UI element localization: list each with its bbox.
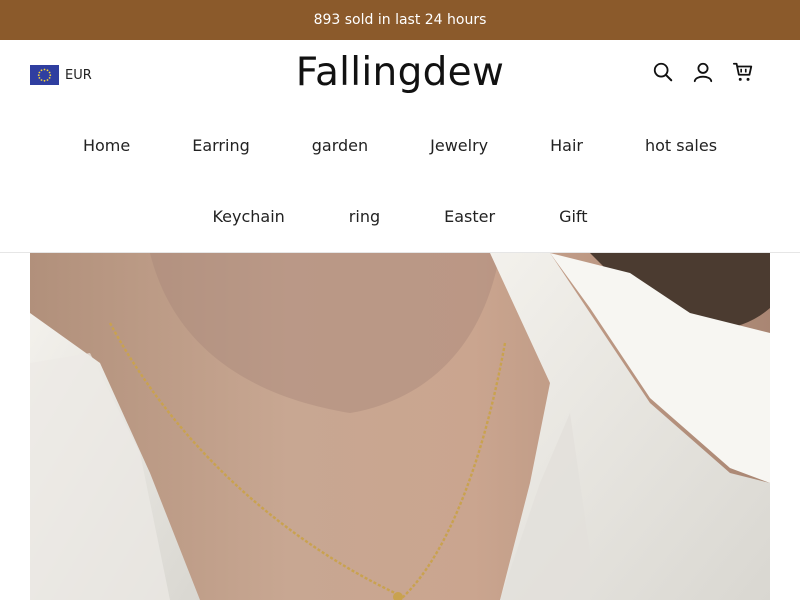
main-nav-row-2: Keychain ring Easter Gift	[0, 207, 800, 226]
search-icon[interactable]	[652, 61, 674, 83]
nav-item-earring[interactable]: Earring	[192, 136, 250, 155]
nav-item-ring[interactable]: ring	[349, 207, 380, 226]
nav-item-keychain[interactable]: Keychain	[212, 207, 284, 226]
hero-image[interactable]	[30, 253, 770, 600]
nav-item-easter[interactable]: Easter	[444, 207, 495, 226]
nav-item-gift[interactable]: Gift	[559, 207, 587, 226]
announcement-bar: 893 sold in last 24 hours	[0, 0, 800, 40]
account-icon[interactable]	[692, 61, 714, 83]
nav-item-hair[interactable]: Hair	[550, 136, 583, 155]
nav-item-home[interactable]: Home	[83, 136, 130, 155]
site-header: EUR Fallingdew	[0, 40, 800, 112]
announcement-text: 893 sold in last 24 hours	[313, 12, 487, 28]
nav-item-garden[interactable]: garden	[312, 136, 368, 155]
nav-item-hot-sales[interactable]: hot sales	[645, 136, 717, 155]
nav-item-jewelry[interactable]: Jewelry	[430, 136, 488, 155]
hero-necklace-photo	[30, 253, 770, 600]
header-actions	[652, 61, 754, 83]
cart-icon[interactable]	[732, 61, 754, 83]
main-nav-row-1: Home Earring garden Jewelry Hair hot sal…	[0, 136, 800, 155]
